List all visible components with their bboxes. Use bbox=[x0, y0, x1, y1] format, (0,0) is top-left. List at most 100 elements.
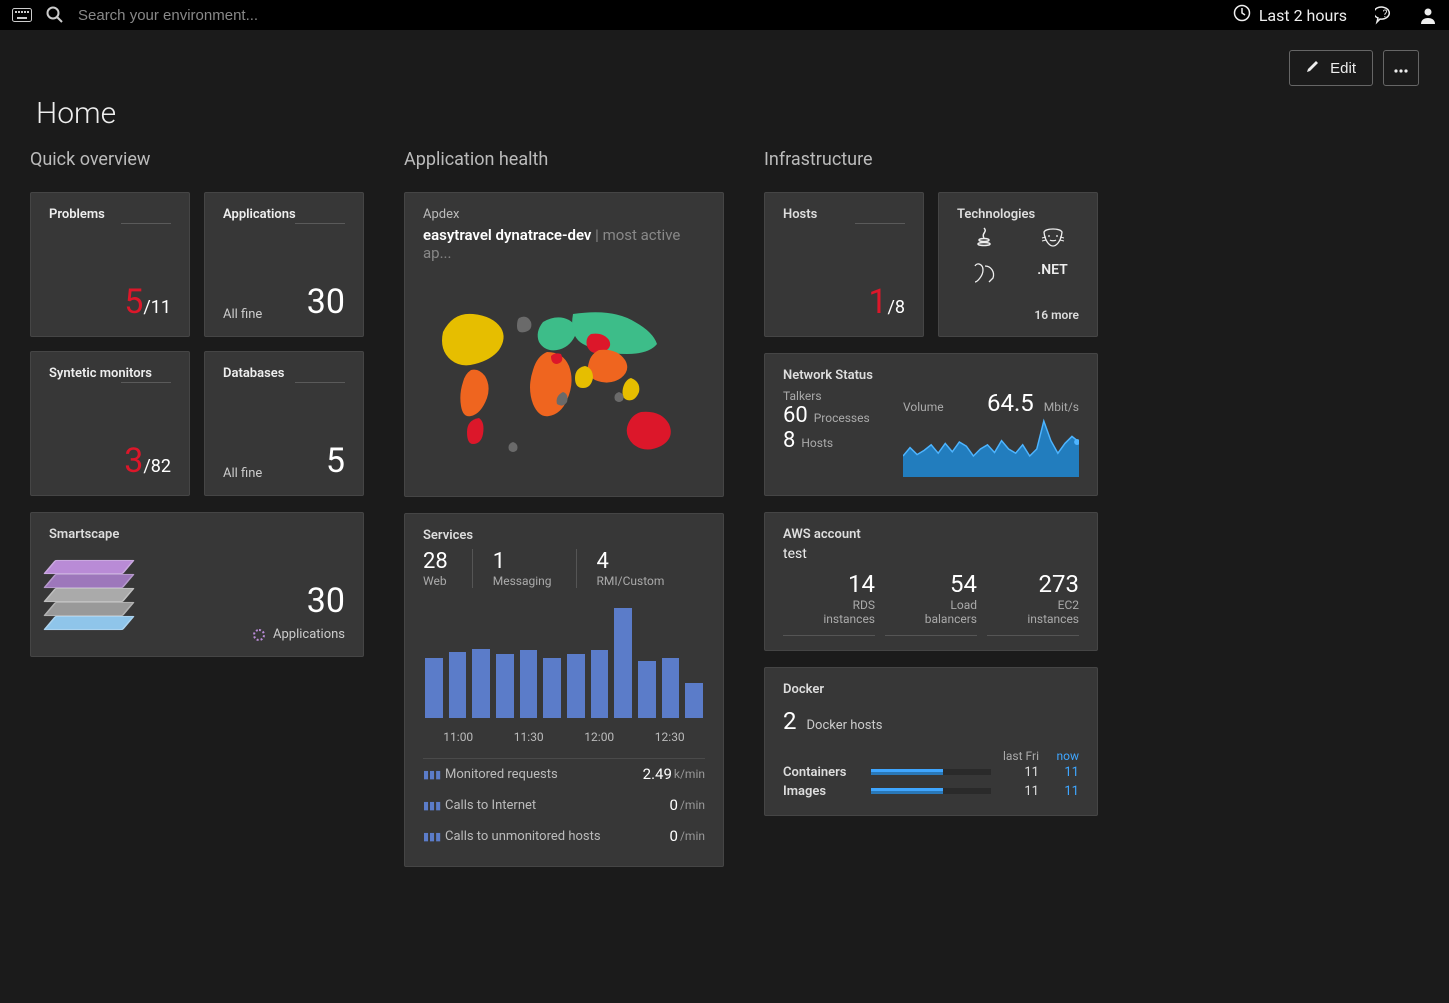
search-input[interactable] bbox=[78, 7, 338, 24]
svc-col-label: RMI/Custom bbox=[597, 574, 665, 588]
docker-hosts-count: 2 bbox=[783, 707, 797, 735]
svc-col-count: 1 bbox=[493, 549, 552, 574]
docker-row-bar bbox=[871, 788, 991, 794]
volume-unit: Mbit/s bbox=[1044, 400, 1079, 414]
clock-icon bbox=[1233, 4, 1251, 26]
problems-count: 5 bbox=[124, 282, 143, 322]
x-tick: 11:30 bbox=[514, 730, 544, 744]
docker-row-label: Images bbox=[783, 784, 863, 799]
tile-synthetic[interactable]: Syntetic monitors 3/82 bbox=[30, 351, 190, 496]
smartscape-count: 30 bbox=[307, 581, 345, 621]
tile-smartscape[interactable]: Smartscape 30 Applications bbox=[30, 512, 364, 657]
tile-technologies[interactable]: Technologies .NET 16 more bbox=[938, 192, 1098, 337]
tile-label: Smartscape bbox=[49, 527, 197, 542]
services-request-list: ▮▮▮Monitored requests2.49k/min▮▮▮Calls t… bbox=[423, 758, 705, 852]
bar bbox=[662, 658, 680, 719]
docker-row-bar bbox=[871, 769, 991, 775]
more-button[interactable] bbox=[1383, 50, 1419, 86]
processes-label: Processes bbox=[814, 411, 870, 425]
aws-col: 54Loadbalancers bbox=[885, 570, 977, 636]
services-row: ▮▮▮Calls to Internet0/min bbox=[423, 790, 705, 821]
db-status: All fine bbox=[223, 466, 262, 481]
bar bbox=[449, 652, 467, 718]
svc-col-label: Messaging bbox=[493, 574, 552, 588]
net-hosts-count: 8 bbox=[783, 428, 795, 453]
services-label: Services bbox=[423, 528, 705, 543]
hosts-count: 1 bbox=[868, 282, 887, 322]
tile-databases[interactable]: Databases All fine 5 bbox=[204, 351, 364, 496]
hosts-total: /8 bbox=[887, 297, 905, 318]
ellipsis-icon bbox=[1394, 60, 1408, 77]
aws-col-count: 54 bbox=[885, 570, 977, 598]
search-icon[interactable] bbox=[46, 6, 64, 24]
tile-docker[interactable]: Docker 2 Docker hosts last Fri now Conta… bbox=[764, 667, 1098, 816]
svc-row-value: 0 bbox=[670, 796, 678, 814]
bar-chart-icon: ▮▮▮ bbox=[423, 830, 437, 843]
apps-status: All fine bbox=[223, 307, 262, 322]
aws-col-label: RDSinstances bbox=[783, 598, 875, 627]
section-title-app-health: Application health bbox=[404, 149, 724, 170]
aws-col-count: 273 bbox=[987, 570, 1079, 598]
aws-col: 14RDSinstances bbox=[783, 570, 875, 636]
aws-col: 273EC2instances bbox=[987, 570, 1079, 636]
docker-col-last: last Fri bbox=[999, 749, 1039, 763]
apps-count: 30 bbox=[307, 282, 345, 322]
bar bbox=[496, 654, 514, 718]
svc-col-count: 4 bbox=[597, 549, 665, 574]
section-title-infra: Infrastructure bbox=[764, 149, 1098, 170]
time-range-label: Last 2 hours bbox=[1259, 6, 1347, 25]
aws-label: AWS account bbox=[783, 527, 1079, 542]
tile-label: Syntetic monitors bbox=[49, 366, 171, 381]
aws-breakdown: 14RDSinstances54Loadbalancers273EC2insta… bbox=[783, 570, 1079, 636]
docker-label: Docker bbox=[783, 682, 1079, 697]
bar bbox=[543, 658, 561, 719]
volume-value: 64.5 bbox=[987, 389, 1034, 417]
docker-row-last: 11 bbox=[999, 765, 1039, 780]
svc-row-unit: /min bbox=[680, 798, 705, 812]
synthetic-total: /82 bbox=[143, 456, 171, 477]
tile-label: Hosts bbox=[783, 207, 905, 222]
tile-aws[interactable]: AWS account test 14RDSinstances54Loadbal… bbox=[764, 512, 1098, 651]
tile-applications[interactable]: Applications All fine 30 bbox=[204, 192, 364, 337]
tile-apdex[interactable]: Apdex easytravel dynatrace-dev | most ac… bbox=[404, 192, 724, 497]
svc-row-label: Calls to Internet bbox=[445, 798, 536, 813]
aws-col-label: Loadbalancers bbox=[885, 598, 977, 627]
processes-count: 60 bbox=[783, 403, 808, 428]
services-breakdown: 28Web1Messaging4RMI/Custom bbox=[423, 549, 705, 588]
keyboard-icon[interactable] bbox=[12, 8, 32, 22]
svc-row-value: 0 bbox=[670, 827, 678, 845]
section-title-overview: Quick overview bbox=[30, 149, 364, 170]
docker-row-now: 11 bbox=[1039, 784, 1079, 799]
x-tick: 12:00 bbox=[584, 730, 614, 744]
tile-problems[interactable]: Problems 5/11 bbox=[30, 192, 190, 337]
db-count: 5 bbox=[326, 441, 345, 481]
help-icon[interactable]: ? bbox=[1375, 5, 1395, 25]
tile-network[interactable]: Network Status Talkers 60Processes 8Host… bbox=[764, 353, 1098, 496]
docker-hosts-label: Docker hosts bbox=[807, 718, 883, 733]
column-app-health: Application health Apdex easytravel dyna… bbox=[404, 149, 724, 867]
docker-row: Images1111 bbox=[783, 782, 1079, 801]
talkers-label: Talkers bbox=[783, 389, 893, 403]
x-tick: 11:00 bbox=[443, 730, 473, 744]
user-icon[interactable] bbox=[1419, 6, 1437, 24]
edit-label: Edit bbox=[1330, 60, 1356, 77]
tile-services[interactable]: Services 28Web1Messaging4RMI/Custom 11:0… bbox=[404, 513, 724, 867]
services-row: ▮▮▮Calls to unmonitored hosts0/min bbox=[423, 821, 705, 852]
aws-col-label: EC2instances bbox=[987, 598, 1079, 627]
bar bbox=[567, 654, 585, 718]
spinner-icon bbox=[253, 629, 265, 641]
edit-button[interactable]: Edit bbox=[1289, 50, 1373, 86]
bar bbox=[425, 658, 443, 719]
svg-text:?: ? bbox=[1383, 9, 1388, 20]
docker-row-now: 11 bbox=[1039, 765, 1079, 780]
apdex-app-name: easytravel dynatrace-dev bbox=[423, 226, 591, 244]
services-row: ▮▮▮Monitored requests2.49k/min bbox=[423, 759, 705, 790]
column-overview: Quick overview Problems 5/11 Application… bbox=[30, 149, 364, 657]
time-range-selector[interactable]: Last 2 hours bbox=[1233, 4, 1347, 26]
docker-row: Containers1111 bbox=[783, 763, 1079, 782]
tile-hosts[interactable]: Hosts 1/8 bbox=[764, 192, 924, 337]
tile-label: Problems bbox=[49, 207, 171, 222]
svc-col-count: 28 bbox=[423, 549, 448, 574]
services-bar-chart bbox=[423, 608, 705, 718]
x-tick: 12:30 bbox=[655, 730, 685, 744]
